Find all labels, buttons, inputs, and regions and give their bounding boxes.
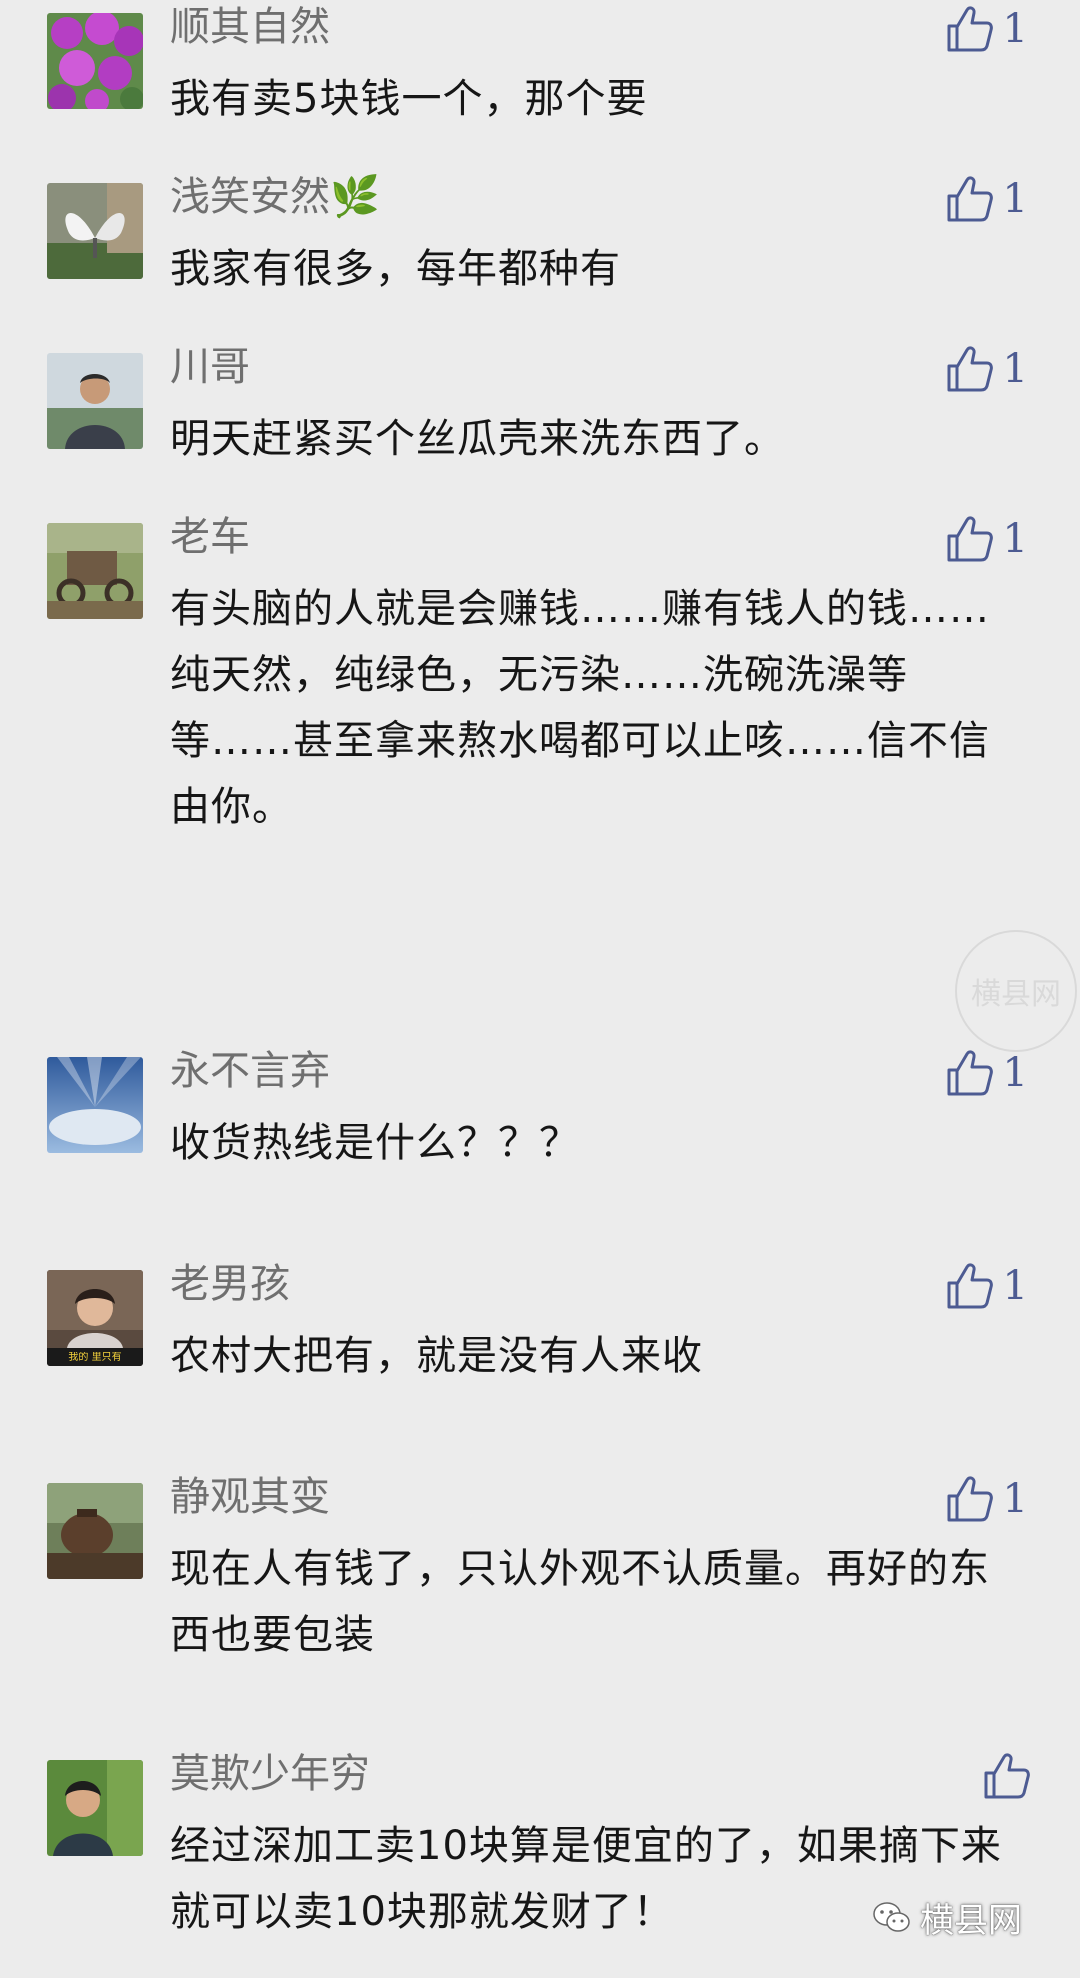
thumbs-up-icon (947, 346, 993, 392)
like-count: 1 (1002, 516, 1028, 562)
purple-flowers-avatar[interactable] (47, 13, 143, 109)
thumbs-up-icon (947, 1263, 993, 1309)
thumbs-up-icon (947, 1050, 993, 1096)
comment-text: 明天赶紧买个丝瓜壳来洗东西了。 (170, 416, 785, 462)
comment-item: 静观其变 1 现在人有钱了，只认外观不认质量。再好的东西也要包装 (0, 1470, 1080, 1670)
like-count: 1 (1002, 6, 1028, 52)
thumbs-up-icon (947, 1476, 993, 1522)
white-butterfly-avatar[interactable] (47, 183, 143, 279)
person-video-avatar[interactable]: 我的 里只有 (47, 1270, 143, 1366)
old-cart-avatar[interactable] (47, 523, 143, 619)
comment-text: 收货热线是什么？？？ (170, 1120, 580, 1166)
like-button[interactable]: 1 (945, 514, 1028, 564)
comment-author[interactable]: 川哥 (170, 342, 250, 392)
like-button[interactable]: 1 (945, 1474, 1028, 1524)
thumbs-up-icon (947, 516, 993, 562)
comment-author[interactable]: 老男孩 (170, 1259, 290, 1309)
like-button[interactable]: 1 (945, 4, 1028, 54)
avatar-caption: 我的 里只有 (68, 1352, 122, 1363)
comment-text: 我家有很多，每年都种有 (170, 246, 621, 292)
comment-author[interactable]: 莫欺少年穷 (170, 1749, 370, 1799)
comment-author[interactable]: 顺其自然 (170, 2, 330, 52)
comment-author[interactable]: 浅笑安然🌿 (170, 172, 380, 222)
thumbs-up-icon (947, 6, 993, 52)
watermark-text: 横县网 (971, 977, 1061, 1012)
comment-author[interactable]: 永不言弃 (170, 1046, 330, 1096)
thumbs-up-icon (947, 176, 993, 222)
wechat-logo-icon (873, 1901, 910, 1932)
man-portrait-avatar[interactable] (47, 353, 143, 449)
watermark-seal: 横县网 (955, 930, 1077, 1052)
comment-text: 农村大把有，就是没有人来收 (170, 1333, 703, 1379)
like-count: 1 (1002, 1050, 1028, 1096)
like-button[interactable]: 1 (945, 1048, 1028, 1098)
thumbs-up-icon (984, 1753, 1030, 1799)
source-brand: 横县网 (872, 1893, 1022, 1942)
like-count: 1 (1002, 346, 1028, 392)
comment-text: 有头脑的人就是会赚钱……赚有钱人的钱……纯天然，纯绿色，无污染……洗碗洗澡等等…… (170, 586, 990, 830)
comment-author[interactable]: 静观其变 (170, 1472, 330, 1522)
like-count: 1 (1002, 1476, 1028, 1522)
comment-item: 老车 1 有头脑的人就是会赚钱……赚有钱人的钱……纯天然，纯绿色，无污染……洗碗… (0, 510, 1080, 830)
like-button[interactable] (982, 1751, 1040, 1801)
comment-text: 现在人有钱了，只认外观不认质量。再好的东西也要包装 (170, 1546, 990, 1658)
like-count: 1 (1002, 1263, 1028, 1309)
comment-text: 我有卖5块钱一个，那个要 (170, 76, 648, 122)
brand-label: 横县网 (920, 1901, 1022, 1941)
comment-item: 我的 里只有 老男孩 1 农村大把有，就是没有人来收 (0, 1257, 1080, 1457)
like-button[interactable]: 1 (945, 1261, 1028, 1311)
like-count: 1 (1002, 176, 1028, 222)
like-button[interactable]: 1 (945, 174, 1028, 224)
young-man-avatar[interactable] (47, 1760, 143, 1856)
clay-pot-avatar[interactable] (47, 1483, 143, 1579)
like-button[interactable]: 1 (945, 344, 1028, 394)
comment-item: 永不言弃 1 收货热线是什么？？？ (0, 1044, 1080, 1244)
comment-author[interactable]: 老车 (170, 512, 250, 562)
sky-rays-avatar[interactable] (47, 1057, 143, 1153)
